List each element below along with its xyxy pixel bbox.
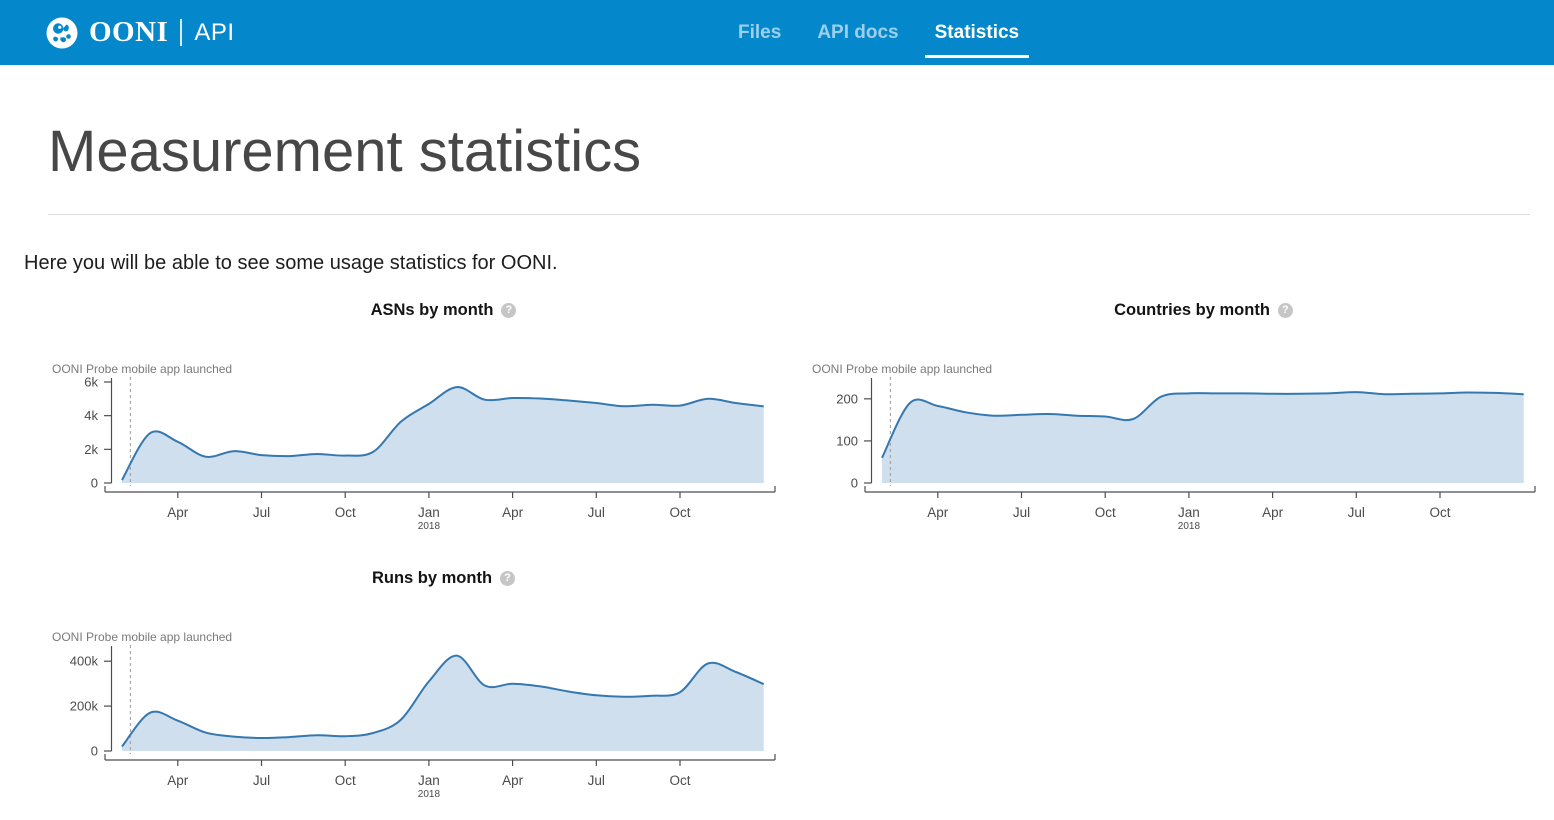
nav-item-api-docs[interactable]: API docs: [817, 22, 898, 44]
area-path: [882, 392, 1524, 483]
x-tick-label: Apr: [502, 505, 524, 520]
x-tick-label: Jan: [418, 773, 440, 788]
x-tick-label: Oct: [669, 505, 690, 520]
x-tick-label: Oct: [669, 773, 690, 788]
nav-item-statistics[interactable]: Statistics: [935, 22, 1019, 44]
launch-annotation: OONI Probe mobile app launched: [52, 362, 232, 376]
brand-divider: [180, 19, 182, 46]
x-tick-label: Jul: [253, 505, 270, 520]
chart-title-label: Runs by month: [372, 569, 492, 588]
y-axis: 0 200k 400k: [70, 646, 112, 759]
x-tick-label: Jul: [253, 773, 270, 788]
y-tick-label: 0: [851, 475, 858, 490]
x-tick-label: Oct: [1095, 505, 1116, 520]
x-tick-label: Jul: [1348, 505, 1365, 520]
x-tick-label: Jul: [588, 505, 605, 520]
x-tick-label: Jan: [418, 505, 440, 520]
area-path: [122, 655, 764, 750]
help-icon[interactable]: ?: [1278, 303, 1293, 318]
page-title: Measurement statistics: [48, 120, 1530, 184]
x-tick-label: Apr: [167, 773, 189, 788]
x-tick-label: Apr: [927, 505, 949, 520]
x-tick-label: Oct: [335, 505, 356, 520]
y-tick-label: 4k: [84, 408, 98, 423]
intro-text: Here you will be able to see some usage …: [24, 252, 1530, 275]
x-axis: Apr Jul Oct Jan2018 Apr Jul Oct: [105, 486, 775, 532]
x-tick-label: Oct: [335, 773, 356, 788]
chart-title-label: Countries by month: [1114, 301, 1270, 320]
y-tick-label: 0: [91, 475, 98, 490]
area-chart-svg: OONI Probe mobile app launched 0 200k 400k A…: [0, 625, 777, 803]
brand[interactable]: OONI API: [45, 16, 235, 50]
launch-annotation: OONI Probe mobile app launched: [52, 630, 232, 644]
y-tick-label: 100: [836, 433, 858, 448]
help-icon[interactable]: ?: [500, 571, 515, 586]
ooni-logo-icon: [45, 16, 79, 50]
launch-annotation: OONI Probe mobile app launched: [812, 362, 992, 376]
y-tick-label: 200k: [70, 698, 99, 713]
x-tick-year-label: 2018: [418, 789, 441, 800]
area-chart-svg: OONI Probe mobile app launched 0 100 200 Apr…: [760, 357, 1537, 535]
y-axis: 0 100 200: [836, 378, 871, 491]
y-tick-label: 200: [836, 391, 858, 406]
chart-head: ASNs by month?: [0, 301, 777, 321]
title-divider: [48, 214, 1530, 215]
x-tick-label: Apr: [167, 505, 189, 520]
chart-title-label: ASNs by month: [371, 301, 494, 320]
x-axis: Apr Jul Oct Jan2018 Apr Jul Oct: [865, 486, 1535, 532]
y-axis: 0 2k 4k 6k: [84, 374, 111, 490]
main-nav: Files API docs Statistics: [738, 0, 1019, 65]
x-tick-year-label: 2018: [1178, 521, 1201, 532]
chart-head: Countries by month?: [760, 301, 1537, 321]
chart-runs-by-month: Runs by month? OONI Probe mobile app laun…: [0, 569, 777, 803]
area-chart-svg: OONI Probe mobile app launched 0 2k 4k 6k Apr…: [0, 357, 777, 535]
brand-name: OONI: [89, 16, 168, 49]
main-content: Measurement statistics Here you will be …: [0, 120, 1554, 803]
x-tick-label: Oct: [1429, 505, 1450, 520]
x-axis: Apr Jul Oct Jan2018 Apr Jul Oct: [105, 754, 775, 800]
y-tick-label: 6k: [84, 374, 98, 389]
x-tick-label: Apr: [502, 773, 524, 788]
x-tick-year-label: 2018: [418, 521, 441, 532]
chart-asns-by-month: ASNs by month? OONI Probe mobile app laun…: [0, 301, 777, 535]
y-tick-label: 400k: [70, 654, 99, 669]
charts-grid: ASNs by month? OONI Probe mobile app laun…: [0, 301, 1530, 803]
nav-item-files[interactable]: Files: [738, 22, 781, 44]
area-path: [122, 387, 764, 483]
x-tick-label: Jul: [588, 773, 605, 788]
brand-sub-api: API: [194, 19, 234, 47]
y-tick-label: 0: [91, 743, 98, 758]
help-icon[interactable]: ?: [501, 303, 516, 318]
chart-head: Runs by month?: [0, 569, 777, 589]
chart-countries-by-month: Countries by month? OONI Probe mobile app…: [760, 301, 1537, 535]
x-tick-label: Jul: [1013, 505, 1030, 520]
app-header: OONI API Files API docs Statistics: [0, 0, 1554, 65]
y-tick-label: 2k: [84, 442, 98, 457]
x-tick-label: Apr: [1262, 505, 1284, 520]
x-tick-label: Jan: [1178, 505, 1200, 520]
